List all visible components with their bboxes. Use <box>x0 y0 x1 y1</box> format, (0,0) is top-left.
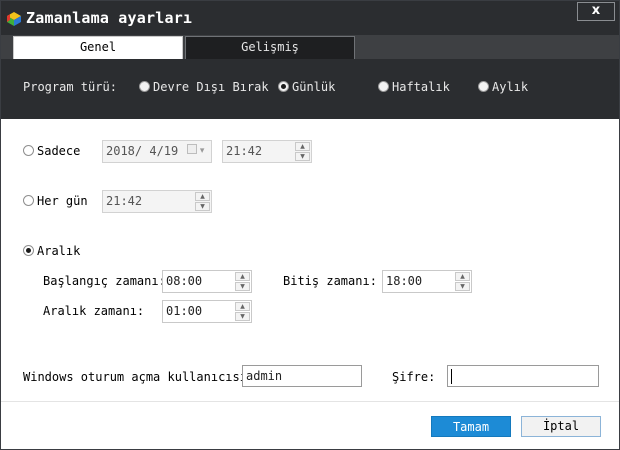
interval-time-input[interactable]: 01:00 ▲ ▼ <box>162 300 252 323</box>
stepper-down-icon[interactable]: ▼ <box>195 202 210 211</box>
calendar-dropdown-icon[interactable]: ▾ <box>187 144 209 159</box>
end-time-value: 18:00 <box>386 274 423 288</box>
password-input[interactable] <box>447 365 599 387</box>
footer-divider <box>1 401 619 402</box>
once-label: Sadece <box>37 144 81 158</box>
interval-option[interactable]: Aralık <box>23 244 80 258</box>
program-type-weekly-label: Haftalık <box>392 80 450 94</box>
once-time-stepper[interactable]: ▲ ▼ <box>295 142 310 161</box>
radio-monthly[interactable] <box>478 81 489 92</box>
program-type-disabled-option[interactable]: Devre Dışı Bırak <box>139 80 269 94</box>
end-time-stepper[interactable]: ▲ ▼ <box>455 272 470 291</box>
stepper-down-icon[interactable]: ▼ <box>455 282 470 291</box>
window-title: Zamanlama ayarları <box>26 9 193 27</box>
tab-bar: Genel Gelişmiş <box>1 35 619 59</box>
stepper-up-icon[interactable]: ▲ <box>235 272 250 281</box>
stepper-down-icon[interactable]: ▼ <box>235 312 250 321</box>
end-time-label: Bitiş zamanı: <box>283 274 377 288</box>
radio-daily[interactable] <box>278 81 289 92</box>
daily-time-value: 21:42 <box>106 194 143 208</box>
windows-user-label: Windows oturum açma kullanıcısı: <box>23 370 255 384</box>
program-type-label: Program türü: <box>23 80 117 94</box>
stepper-up-icon[interactable]: ▲ <box>195 192 210 201</box>
cancel-button[interactable]: İptal <box>521 416 601 437</box>
program-type-daily-label: Günlük <box>292 80 336 94</box>
program-type-section: Program türü: Devre Dışı Bırak Günlük Ha… <box>1 59 619 119</box>
once-option[interactable]: Sadece <box>23 144 80 158</box>
schedule-settings-dialog: Zamanlama ayarları x Genel Gelişmiş Prog… <box>0 0 620 450</box>
interval-time-label: Aralık zamanı: <box>43 304 145 318</box>
once-time-input[interactable]: 21:42 ▲ ▼ <box>222 140 312 163</box>
stepper-up-icon[interactable]: ▲ <box>295 142 310 151</box>
stepper-down-icon[interactable]: ▼ <box>295 152 310 161</box>
radio-every-day[interactable] <box>23 195 34 206</box>
once-date-value: 2018/ 4/19 <box>106 144 179 158</box>
program-type-monthly-option[interactable]: Aylık <box>478 80 528 94</box>
stepper-up-icon[interactable]: ▲ <box>235 302 250 311</box>
interval-time-stepper[interactable]: ▲ ▼ <box>235 302 250 321</box>
ok-button[interactable]: Tamam <box>431 416 511 437</box>
title-bar[interactable]: Zamanlama ayarları x <box>1 1 619 35</box>
radio-weekly[interactable] <box>378 81 389 92</box>
program-type-weekly-option[interactable]: Haftalık <box>378 80 450 94</box>
program-type-disabled-label: Devre Dışı Bırak <box>153 80 269 94</box>
radio-disabled[interactable] <box>139 81 150 92</box>
program-type-monthly-label: Aylık <box>492 80 529 94</box>
start-time-stepper[interactable]: ▲ ▼ <box>235 272 250 291</box>
tab-advanced[interactable]: Gelişmiş <box>185 36 355 59</box>
password-label: Şifre: <box>392 370 436 384</box>
program-type-daily-option[interactable]: Günlük <box>278 80 335 94</box>
stepper-down-icon[interactable]: ▼ <box>235 282 250 291</box>
interval-label: Aralık <box>37 244 81 258</box>
interval-time-value: 01:00 <box>166 304 203 318</box>
daily-label: Her gün <box>37 194 88 208</box>
stepper-up-icon[interactable]: ▲ <box>455 272 470 281</box>
close-button[interactable]: x <box>577 2 615 21</box>
radio-once[interactable] <box>23 145 34 156</box>
start-time-value: 08:00 <box>166 274 203 288</box>
daily-time-stepper[interactable]: ▲ ▼ <box>195 192 210 211</box>
once-time-value: 21:42 <box>226 144 263 158</box>
start-time-label: Başlangıç zamanı: <box>43 274 166 288</box>
daily-option[interactable]: Her gün <box>23 194 88 208</box>
start-time-input[interactable]: 08:00 ▲ ▼ <box>162 270 252 293</box>
tab-general[interactable]: Genel <box>13 36 183 59</box>
text-caret <box>451 369 452 384</box>
end-time-input[interactable]: 18:00 ▲ ▼ <box>382 270 472 293</box>
daily-time-input[interactable]: 21:42 ▲ ▼ <box>102 190 212 213</box>
windows-user-input[interactable]: admin <box>242 365 362 387</box>
app-logo-icon <box>7 12 21 26</box>
once-date-picker[interactable]: 2018/ 4/19 ▾ <box>102 140 212 163</box>
radio-interval[interactable] <box>23 245 34 256</box>
